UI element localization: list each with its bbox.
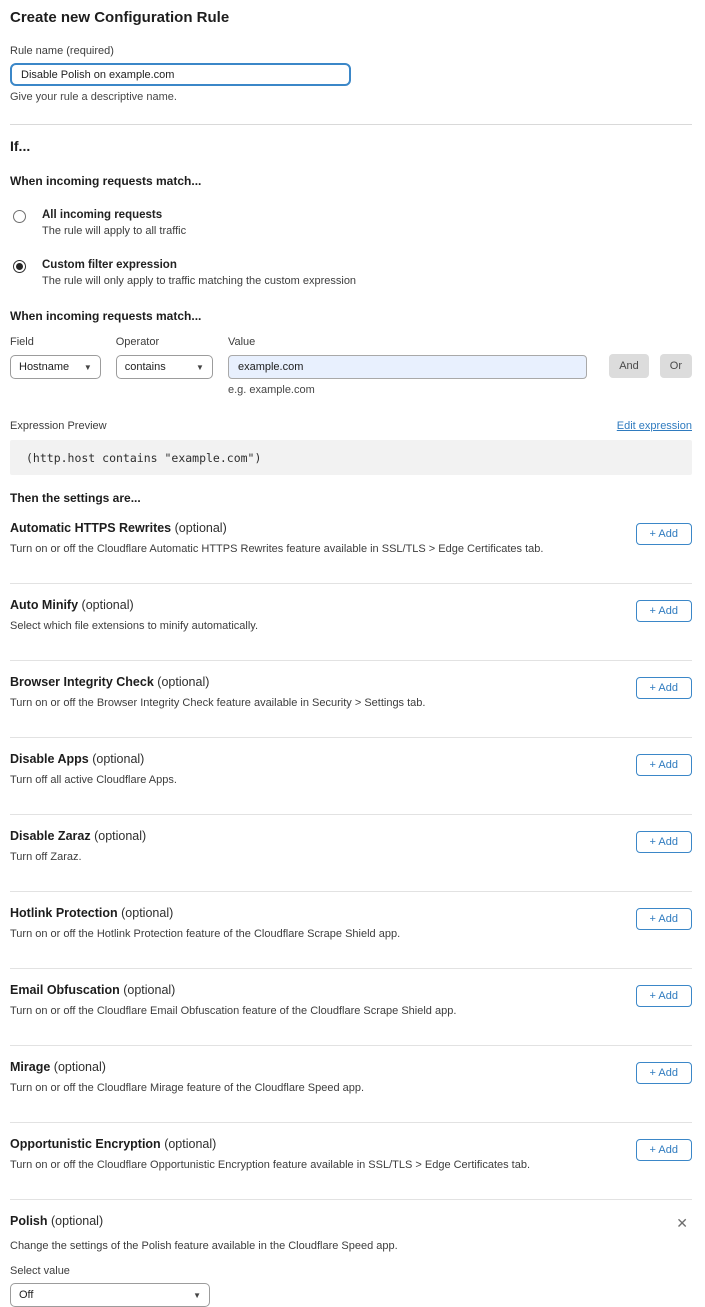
add-setting-button[interactable]: + Add bbox=[636, 677, 692, 699]
radio-option-description: The rule will only apply to traffic matc… bbox=[42, 275, 356, 287]
field-select-value: Hostname bbox=[19, 361, 69, 373]
setting-title: Hotlink Protection (optional) bbox=[10, 906, 400, 920]
radio-option-label: Custom filter expression bbox=[42, 259, 356, 271]
setting-row: Email Obfuscation (optional) Turn on or … bbox=[10, 969, 692, 1046]
setting-row: Disable Zaraz (optional) Turn off Zaraz.… bbox=[10, 815, 692, 892]
polish-select-label: Select value bbox=[10, 1265, 692, 1277]
field-label: Field bbox=[10, 336, 101, 348]
section-divider bbox=[10, 124, 692, 125]
setting-description: Turn on or off the Cloudflare Mirage fea… bbox=[10, 1082, 364, 1094]
setting-title: Email Obfuscation (optional) bbox=[10, 983, 456, 997]
operator-label: Operator bbox=[116, 336, 213, 348]
expression-preview-code: (http.host contains "example.com") bbox=[10, 440, 692, 475]
add-setting-button[interactable]: + Add bbox=[636, 908, 692, 930]
setting-description: Select which file extensions to minify a… bbox=[10, 620, 258, 632]
setting-title: Disable Apps (optional) bbox=[10, 752, 177, 766]
operator-select-value: contains bbox=[125, 361, 166, 373]
create-configuration-rule-form: Create new Configuration Rule Rule name … bbox=[0, 0, 705, 1307]
match-type-radio-group: All incoming requests The rule will appl… bbox=[10, 209, 692, 287]
polish-value-select[interactable]: Off ▼ bbox=[10, 1283, 210, 1307]
radio-option-label: All incoming requests bbox=[42, 209, 186, 221]
setting-description: Turn on or off the Browser Integrity Che… bbox=[10, 697, 425, 709]
radio-option-description: The rule will apply to all traffic bbox=[42, 225, 186, 237]
add-setting-button[interactable]: + Add bbox=[636, 985, 692, 1007]
if-heading: If... bbox=[10, 138, 692, 154]
setting-title: Auto Minify (optional) bbox=[10, 598, 258, 612]
value-help: e.g. example.com bbox=[228, 384, 587, 396]
add-setting-button[interactable]: + Add bbox=[636, 1139, 692, 1161]
setting-row: Hotlink Protection (optional) Turn on or… bbox=[10, 892, 692, 969]
setting-row: Opportunistic Encryption (optional) Turn… bbox=[10, 1123, 692, 1200]
setting-row: Automatic HTTPS Rewrites (optional) Turn… bbox=[10, 507, 692, 584]
radio-option-custom-filter-expression[interactable]: Custom filter expression The rule will o… bbox=[10, 259, 692, 287]
setting-title: Polish (optional) bbox=[10, 1214, 103, 1228]
rule-name-help: Give your rule a descriptive name. bbox=[10, 91, 692, 103]
settings-list: Automatic HTTPS Rewrites (optional) Turn… bbox=[10, 507, 692, 1200]
chevron-down-icon: ▼ bbox=[193, 1291, 201, 1300]
radio-button[interactable] bbox=[13, 210, 26, 223]
setting-title: Browser Integrity Check (optional) bbox=[10, 675, 425, 689]
setting-description: Turn on or off the Cloudflare Opportunis… bbox=[10, 1159, 530, 1171]
add-setting-button[interactable]: + Add bbox=[636, 754, 692, 776]
add-setting-button[interactable]: + Add bbox=[636, 1062, 692, 1084]
matcher-subheading: When incoming requests match... bbox=[10, 309, 692, 323]
setting-description: Turn off all active Cloudflare Apps. bbox=[10, 774, 177, 786]
value-input[interactable] bbox=[228, 355, 587, 379]
rule-name-input[interactable] bbox=[10, 63, 351, 86]
setting-title: Automatic HTTPS Rewrites (optional) bbox=[10, 521, 543, 535]
setting-title: Disable Zaraz (optional) bbox=[10, 829, 146, 843]
setting-row: Browser Integrity Check (optional) Turn … bbox=[10, 661, 692, 738]
setting-row: Disable Apps (optional) Turn off all act… bbox=[10, 738, 692, 815]
setting-description: Turn on or off the Cloudflare Email Obfu… bbox=[10, 1005, 456, 1017]
radio-button[interactable] bbox=[13, 260, 26, 273]
setting-title: Opportunistic Encryption (optional) bbox=[10, 1137, 530, 1151]
or-button[interactable]: Or bbox=[660, 354, 692, 378]
and-button[interactable]: And bbox=[609, 354, 649, 378]
radio-option-all-incoming-requests[interactable]: All incoming requests The rule will appl… bbox=[10, 209, 692, 237]
add-setting-button[interactable]: + Add bbox=[636, 831, 692, 853]
then-settings-heading: Then the settings are... bbox=[10, 491, 692, 505]
setting-title: Mirage (optional) bbox=[10, 1060, 364, 1074]
setting-row: Auto Minify (optional) Select which file… bbox=[10, 584, 692, 661]
setting-description: Turn on or off the Cloudflare Automatic … bbox=[10, 543, 543, 555]
chevron-down-icon: ▼ bbox=[84, 363, 92, 372]
polish-setting-row: Polish (optional) ✕ Change the settings … bbox=[10, 1200, 692, 1307]
polish-select-value: Off bbox=[19, 1289, 33, 1301]
field-select[interactable]: Hostname ▼ bbox=[10, 355, 101, 379]
expression-preview-label: Expression Preview bbox=[10, 420, 107, 432]
polish-description: Change the settings of the Polish featur… bbox=[10, 1240, 692, 1252]
close-icon[interactable]: ✕ bbox=[672, 1214, 692, 1232]
incoming-requests-subheading: When incoming requests match... bbox=[10, 174, 692, 188]
chevron-down-icon: ▼ bbox=[196, 363, 204, 372]
setting-description: Turn off Zaraz. bbox=[10, 851, 146, 863]
page-title: Create new Configuration Rule bbox=[10, 9, 692, 26]
operator-select[interactable]: contains ▼ bbox=[116, 355, 213, 379]
add-setting-button[interactable]: + Add bbox=[636, 600, 692, 622]
setting-row: Mirage (optional) Turn on or off the Clo… bbox=[10, 1046, 692, 1123]
setting-description: Turn on or off the Hotlink Protection fe… bbox=[10, 928, 400, 940]
add-setting-button[interactable]: + Add bbox=[636, 523, 692, 545]
value-label: Value bbox=[228, 336, 587, 348]
rule-name-label: Rule name (required) bbox=[10, 45, 692, 57]
expression-builder-row: Field Hostname ▼ Operator contains ▼ Val… bbox=[10, 336, 692, 396]
edit-expression-link[interactable]: Edit expression bbox=[617, 420, 692, 432]
